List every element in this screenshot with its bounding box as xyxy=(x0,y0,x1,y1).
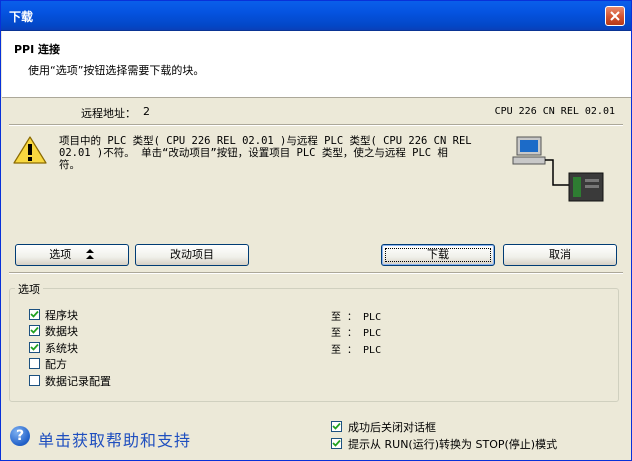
option-checkbox[interactable] xyxy=(29,358,40,369)
prompt-stop-mode-checkbox[interactable] xyxy=(331,438,342,449)
remote-address-value: 2 xyxy=(143,105,150,118)
option-label: 数据块 xyxy=(45,325,78,338)
options-group-title: 选项 xyxy=(15,281,43,297)
remote-address-label: 远程地址： xyxy=(81,107,136,120)
close-button[interactable] xyxy=(605,6,625,26)
window-title: 下载 xyxy=(9,10,34,24)
separator xyxy=(9,124,623,126)
separator xyxy=(9,272,623,274)
checkmark-icon xyxy=(30,343,39,351)
options-button-label: 选项 xyxy=(49,248,72,261)
close-on-success-label: 成功后关闭对话框 xyxy=(348,421,436,434)
close-on-success-checkbox[interactable] xyxy=(331,421,342,432)
cancel-button[interactable]: 取消 xyxy=(503,244,617,266)
option-label: 程序块 xyxy=(45,309,78,322)
option-label: 数据记录配置 xyxy=(45,375,111,388)
close-icon xyxy=(610,11,620,21)
download-dialog: 下载 PPI 连接 使用“选项”按钮选择需要下载的块。 远程地址： 2 CPU … xyxy=(0,0,632,461)
download-button[interactable]: 下载 xyxy=(381,244,495,266)
option-label: 系统块 xyxy=(45,342,78,355)
option-label: 配方 xyxy=(45,358,67,371)
help-link[interactable]: 单击获取帮助和支持 xyxy=(38,427,191,451)
checkmark-icon xyxy=(30,326,39,334)
header-panel: PPI 连接 使用“选项”按钮选择需要下载的块。 xyxy=(2,31,631,98)
title-bar[interactable]: 下载 xyxy=(1,1,631,31)
mismatch-message: 项目中的 PLC 类型( CPU 226 REL 02.01 )与远程 PLC … xyxy=(59,135,499,171)
checkmark-icon xyxy=(332,422,341,430)
change-project-button[interactable]: 改动项目 xyxy=(135,244,249,266)
header-title: PPI 连接 xyxy=(14,43,61,56)
message-line-2: 02.01 )不符。 单击“改动项目”按钮，设置项目 PLC 类型，使之与远程 … xyxy=(59,147,448,159)
option-target: 至 ： PLC xyxy=(331,312,382,323)
header-subtitle: 使用“选项”按钮选择需要下载的块。 xyxy=(28,64,205,77)
option-checkbox[interactable] xyxy=(29,309,40,320)
message-line-3: 符。 xyxy=(59,159,80,171)
focus-rectangle xyxy=(385,248,491,262)
warning-icon xyxy=(13,136,47,164)
option-checkbox[interactable] xyxy=(29,325,40,336)
checkmark-icon xyxy=(332,439,341,447)
options-button[interactable]: 选项 xyxy=(15,244,129,266)
option-checkbox[interactable] xyxy=(29,375,40,386)
option-target: 至 ： PLC xyxy=(331,328,382,339)
checkmark-icon xyxy=(30,310,39,318)
prompt-stop-mode-label: 提示从 RUN(运行)转换为 STOP(停止)模式 xyxy=(348,438,558,451)
pc-plc-connection-icon xyxy=(512,136,604,202)
message-line-1: 项目中的 PLC 类型( CPU 226 REL 02.01 )与远程 PLC … xyxy=(59,135,472,147)
help-icon[interactable]: ? xyxy=(10,426,30,446)
option-checkbox[interactable] xyxy=(29,342,40,353)
collapse-arrows-icon xyxy=(85,249,94,259)
option-target: 至 ： PLC xyxy=(331,345,382,356)
remote-cpu-type: CPU 226 CN REL 02.01 xyxy=(494,106,615,117)
